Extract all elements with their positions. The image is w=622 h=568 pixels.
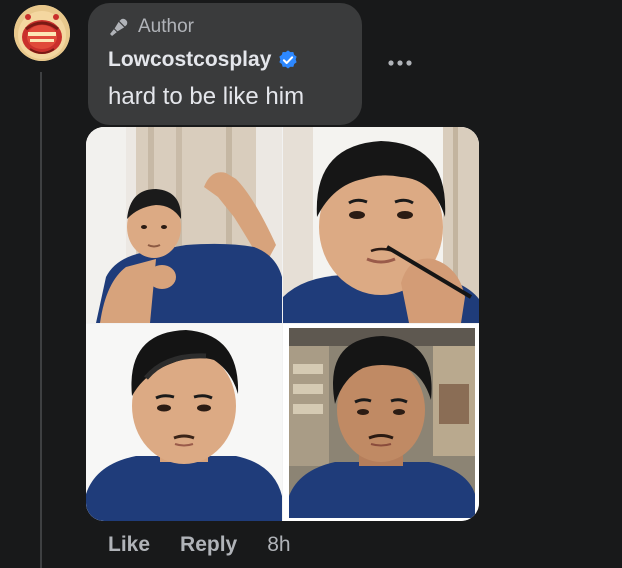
author-badge: Author	[108, 15, 194, 39]
more-options-button[interactable]	[380, 50, 420, 76]
thread-connector-line	[40, 72, 42, 568]
verified-check-icon	[279, 50, 298, 69]
microphone-icon	[110, 18, 128, 36]
comment-bubble: Author Lowcostcosplay hard to be like hi…	[88, 3, 362, 125]
more-options-icon	[388, 60, 412, 66]
photo-mustache-drawing-image	[283, 127, 479, 323]
like-button[interactable]: Like	[108, 533, 150, 557]
author-avatar[interactable]	[14, 5, 70, 61]
photo-attachment[interactable]	[86, 127, 479, 521]
photo-reference-look-image	[283, 324, 479, 521]
photo-drawing-mustache[interactable]	[283, 127, 479, 323]
photo-flexing-image	[86, 127, 282, 323]
photo-reference-look[interactable]	[283, 324, 479, 521]
comment-thread: Author Lowcostcosplay hard to be like hi…	[0, 0, 622, 568]
comment-timestamp[interactable]: 8h	[267, 533, 290, 557]
comment-text: hard to be like him	[108, 83, 305, 110]
author-name-row: Lowcostcosplay	[108, 48, 299, 72]
comment-actions: Like Reply 8h	[108, 533, 291, 557]
photo-flexing-pose[interactable]	[86, 127, 282, 323]
photo-finished-look-image	[86, 324, 282, 521]
avatar-logo-image	[14, 5, 70, 61]
author-name-link[interactable]: Lowcostcosplay	[108, 48, 271, 72]
author-badge-label: Author	[138, 16, 194, 37]
photo-finished-look[interactable]	[86, 324, 282, 521]
reply-button[interactable]: Reply	[180, 533, 237, 557]
